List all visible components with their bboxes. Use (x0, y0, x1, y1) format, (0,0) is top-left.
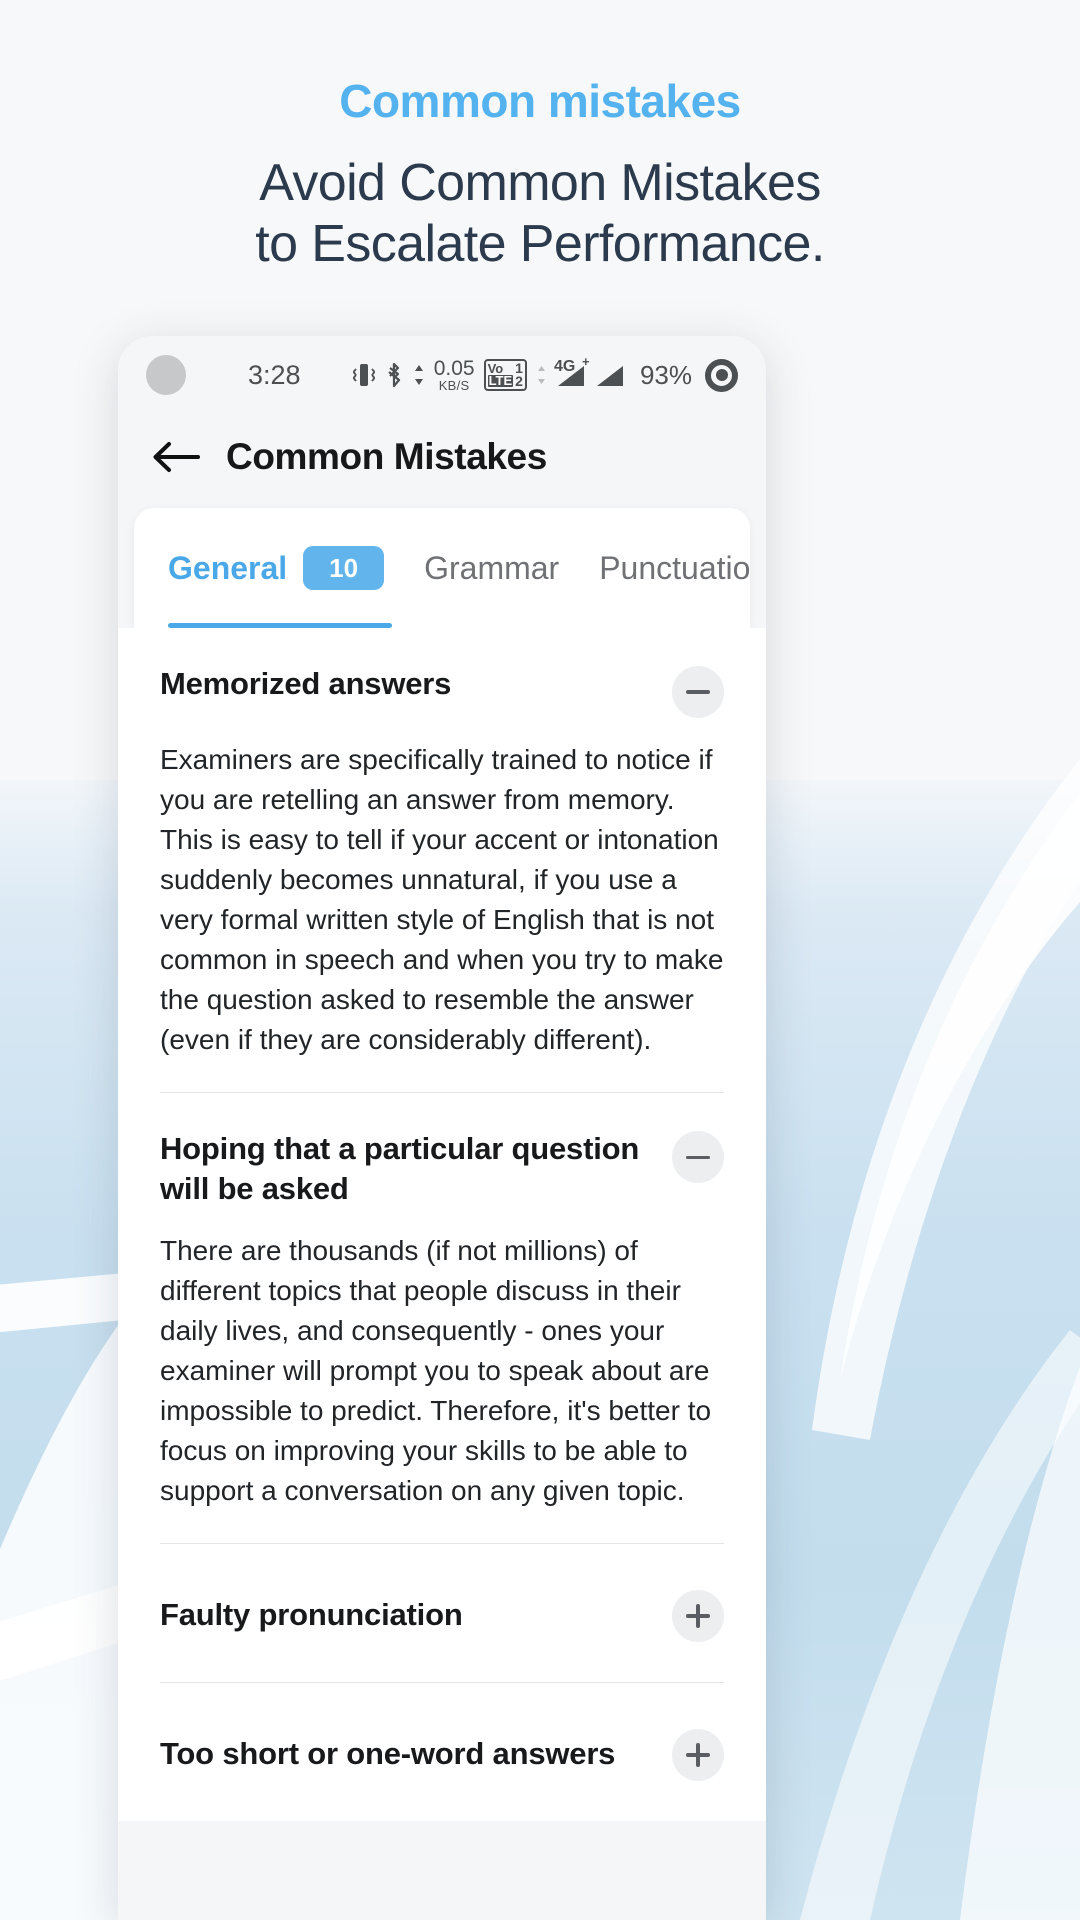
volte-lte-label: LTE (487, 373, 514, 388)
accordion-header[interactable]: Hoping that a particular question will b… (160, 1129, 724, 1208)
promo-headline: Avoid Common Mistakes to Escalate Perfor… (0, 153, 1080, 276)
page-title: Common Mistakes (226, 436, 547, 477)
accordion-title: Faulty pronunciation (160, 1596, 463, 1632)
accordion-title: Too short or one-word answers (160, 1735, 616, 1771)
battery-saver-icon (705, 358, 738, 392)
camera-punch-hole (146, 355, 186, 395)
network-plus-label: + (581, 354, 590, 369)
accordion-title: Memorized answers (160, 666, 452, 701)
network-speed-value: 0.05 (433, 357, 475, 380)
volte-icon: Vo LTE 1 2 (483, 358, 527, 392)
tab-general[interactable]: General 10 (168, 508, 424, 628)
app-bar: Common Mistakes (118, 414, 766, 508)
network-type-label: 4G (553, 358, 576, 375)
tab-grammar-label: Grammar (424, 549, 560, 586)
status-bar-icons: 0.05 KB/S Vo LTE 1 2 4G + 93% (352, 354, 738, 392)
accordion-item-too-short-answers[interactable]: Too short or one-word answers (160, 1683, 724, 1821)
tab-general-badge: 10 (303, 546, 385, 590)
tab-card: General 10 Grammar Punctuation (134, 508, 750, 628)
accordion-item-hoping-question[interactable]: Hoping that a particular question will b… (160, 1093, 724, 1544)
network-speed-unit: KB/S (438, 378, 470, 393)
plus-icon[interactable] (672, 1589, 724, 1642)
status-bar: 3:28 0.05 KB/S Vo LTE 1 2 4G + 93% (118, 336, 766, 414)
signal-icon-2 (596, 366, 623, 386)
sim-2-label: 2 (515, 373, 523, 389)
minus-icon[interactable] (672, 1131, 724, 1184)
tab-active-indicator (168, 623, 392, 628)
accordion-item-memorized-answers[interactable]: Memorized answers Examiners are specific… (160, 628, 724, 1094)
data-transfer-icon (414, 365, 423, 385)
bluetooth-icon (388, 362, 400, 388)
promo-headline-line-2: to Escalate Performance. (255, 214, 825, 273)
tab-punctuation-label: Punctuation (599, 549, 750, 586)
signal-icon-1: 4G + (554, 354, 590, 388)
promo-headline-block: Common mistakes Avoid Common Mistakes to… (0, 0, 1080, 275)
minus-icon[interactable] (672, 666, 724, 718)
accordion-header[interactable]: Faulty pronunciation (160, 1588, 724, 1642)
accordion-header[interactable]: Memorized answers (160, 664, 724, 718)
plus-icon[interactable] (672, 1728, 724, 1781)
battery-percent-label: 93% (639, 359, 692, 390)
promo-eyebrow: Common mistakes (339, 75, 741, 127)
tab-punctuation[interactable]: Punctuation (599, 508, 750, 628)
phone-mockup: 3:28 0.05 KB/S Vo LTE 1 2 4G + 93% Commo… (118, 336, 766, 1920)
accordion-title: Hoping that a particular question will b… (160, 1131, 640, 1206)
accordion-body: Examiners are specifically trained to no… (160, 744, 724, 1056)
data-transfer-icon-2 (537, 366, 545, 384)
tab-general-label: General (168, 549, 288, 586)
accordion-body: There are thousands (if not millions) of… (160, 1234, 712, 1506)
accordion-item-faulty-pronunciation[interactable]: Faulty pronunciation (160, 1544, 724, 1683)
network-speed-indicator: 0.05 KB/S (434, 358, 475, 392)
tab-bar: General 10 Grammar Punctuation (134, 508, 750, 628)
arrow-left-icon[interactable] (152, 440, 200, 474)
tab-grammar[interactable]: Grammar (424, 508, 599, 628)
accordion-header[interactable]: Too short or one-word answers (160, 1727, 724, 1781)
vibrate-icon (352, 364, 375, 386)
promo-headline-line-1: Avoid Common Mistakes (259, 153, 821, 212)
accordion-list: Memorized answers Examiners are specific… (118, 628, 766, 1821)
status-bar-time: 3:28 (248, 359, 301, 390)
